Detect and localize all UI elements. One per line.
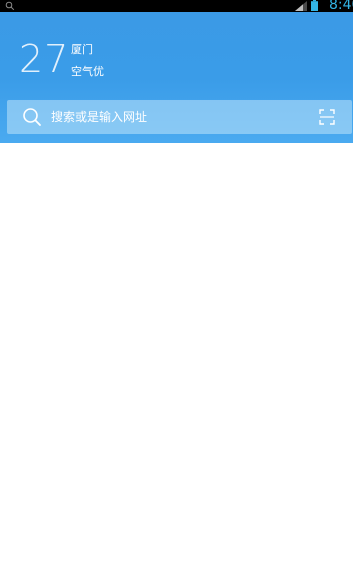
signal-icon — [295, 1, 307, 11]
search-bar[interactable]: 搜索或是输入网址 — [7, 100, 352, 134]
status-bar: 8:40 — [0, 0, 353, 13]
weather-header: 27 厦门 空气优 搜索或是输入网址 — [0, 12, 353, 143]
scan-icon[interactable] — [319, 109, 335, 125]
browser-home-screen: 8:40 27 厦门 空气优 搜索或是输入网址 — [0, 0, 353, 581]
air-quality[interactable]: 空气优 — [71, 65, 104, 79]
search-icon — [23, 108, 41, 126]
search-input[interactable]: 搜索或是输入网址 — [51, 109, 147, 125]
city-name[interactable]: 厦门 — [71, 43, 93, 57]
temperature-value[interactable]: 27 — [19, 38, 69, 80]
search-icon — [5, 1, 15, 11]
battery-icon — [311, 0, 318, 11]
